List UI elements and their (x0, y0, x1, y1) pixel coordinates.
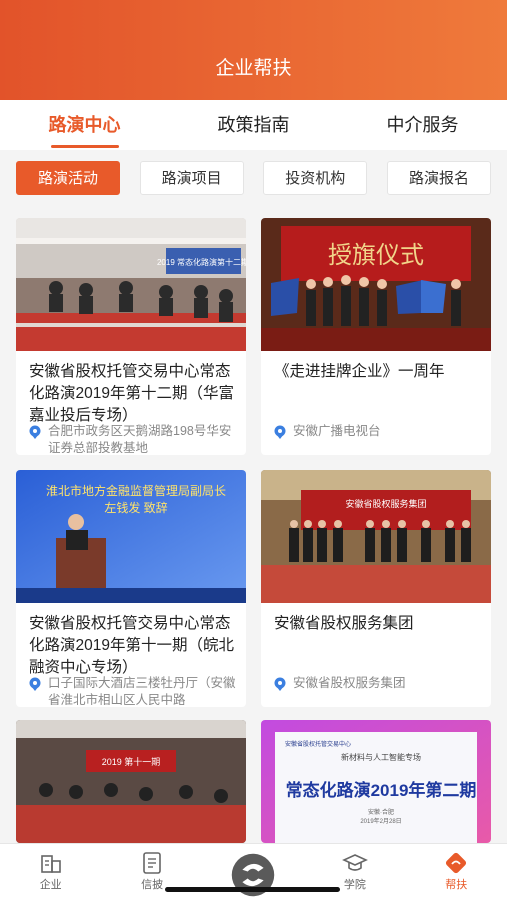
card-location: 安徽省股权服务集团 (273, 675, 483, 705)
roadshow-card[interactable]: 淮北市地方金融监督管理局副局长 左钱发 致辞 安徽省股权托管交易中心常态化路演2… (16, 470, 246, 707)
tabbar-label: 企业 (39, 879, 62, 891)
tabbar-item-academy[interactable]: 学院 (315, 850, 395, 892)
roadshow-card[interactable]: 2019 常态化路演第十二期 安徽省股权托管交易中心常态化路演2019年第十二期… (16, 218, 246, 455)
screen-text: 2019 第十一期 (102, 756, 161, 767)
support-icon (446, 852, 467, 874)
event-photo: 淮北市地方金融监督管理局副局长 左钱发 致辞 (16, 470, 246, 603)
chip-roadshow-signup[interactable]: 路演报名 (386, 160, 491, 195)
card-location-text: 口子国际大酒店三楼牡丹厅（安徽省淮北市相山区人民中路 (48, 676, 236, 705)
chip-investment-institutions[interactable]: 投资机构 (263, 160, 368, 195)
event-photo: 2019 常态化路演第十二期 (16, 218, 246, 351)
card-title: 《走进挂牌企业》一周年 (274, 363, 445, 380)
roadshow-card[interactable]: 授旗仪式 《走进挂牌企业》一周年 安徽广播电视台 (261, 218, 491, 455)
card-title: 安徽省股权托管交易中心常态化路演2019年第十二期（华富嘉业投后专场） (29, 363, 234, 424)
tabbar-item-enterprise[interactable]: 企业 (11, 850, 91, 892)
event-photo: 授旗仪式 (261, 218, 491, 351)
tab-policy-guide[interactable]: 政策指南 (210, 100, 298, 150)
card-location-text: 合肥市政务区天鹅湖路198号华安证券总部投教基地 (48, 424, 232, 453)
enterprise-icon (40, 855, 61, 873)
banner-headline: 常态化路演2019年第二期 (286, 780, 477, 800)
card-location-text: 安徽广播电视台 (293, 424, 381, 438)
page-title: 企业帮扶 (215, 58, 292, 79)
tabbar-label: 帮扶 (445, 879, 468, 891)
card-location: 合肥市政务区天鹅湖路198号华安证券总部投教基地 (28, 423, 238, 453)
event-photo: 2019 第十一期 (16, 720, 246, 843)
disclosure-icon (143, 852, 161, 874)
roadshow-card[interactable]: 2019 第十一期 (16, 720, 246, 843)
roadshow-card[interactable]: 安徽省股权服务集团 安徽省股权服务集团 安徽省股权服务集团 (261, 470, 491, 707)
ceremony-banner-text: 授旗仪式 (328, 241, 424, 269)
slide-line-2: 左钱发 致辞 (104, 500, 167, 515)
banner-subtitle: 新材料与人工智能专场 (341, 752, 421, 762)
stage-banner-text: 安徽省股权服务集团 (345, 498, 426, 509)
location-pin-icon (274, 425, 286, 439)
chip-roadshow-projects[interactable]: 路演项目 (139, 160, 244, 195)
card-location: 口子国际大酒店三楼牡丹厅（安徽省淮北市相山区人民中路 (28, 675, 238, 705)
location-pin-icon (29, 677, 41, 691)
roadshow-card[interactable]: 安徽省股权托管交易中心 新材料与人工智能专场 常态化路演2019年第二期 安徽·… (261, 720, 491, 843)
card-location-text: 安徽省股权服务集团 (293, 676, 406, 690)
tabbar-item-disclosure[interactable]: 信披 (112, 850, 192, 892)
tabbar-label: 信披 (141, 879, 164, 891)
chip-roadshow-activities[interactable]: 路演活动 (16, 160, 120, 195)
tab-intermediary-services[interactable]: 中介服务 (379, 100, 467, 150)
card-title: 安徽省股权服务集团 (274, 615, 414, 632)
tab-roadshow-center[interactable]: 路演中心 (41, 100, 129, 150)
card-location: 安徽广播电视台 (273, 423, 483, 453)
sub-tabs: 路演活动 路演项目 投资机构 路演报名 (0, 150, 507, 205)
event-photo: 安徽省股权托管交易中心 新材料与人工智能专场 常态化路演2019年第二期 安徽·… (261, 720, 491, 843)
home-indicator (165, 887, 340, 892)
tabbar-label: 学院 (343, 879, 366, 891)
tabbar-item-support[interactable]: 帮扶 (416, 850, 496, 892)
banner-place: 安徽·合肥 (368, 808, 394, 816)
header-bar: 企业帮扶 (0, 0, 507, 100)
banner-org: 安徽省股权托管交易中心 (285, 740, 351, 748)
banner-date: 2019年2月28日 (360, 817, 401, 825)
event-photo: 安徽省股权服务集团 (261, 470, 491, 603)
screen-text: 2019 常态化路演第十二期 (157, 257, 246, 267)
main-tabs: 路演中心 政策指南 中介服务 (0, 100, 507, 150)
card-title: 安徽省股权托管交易中心常态化路演2019年第十一期（皖北融资中心专场） (29, 615, 234, 676)
location-pin-icon (29, 425, 41, 439)
academy-icon (341, 854, 368, 871)
slide-line-1: 淮北市地方金融监督管理局副局长 (46, 483, 226, 498)
location-pin-icon (274, 677, 286, 691)
